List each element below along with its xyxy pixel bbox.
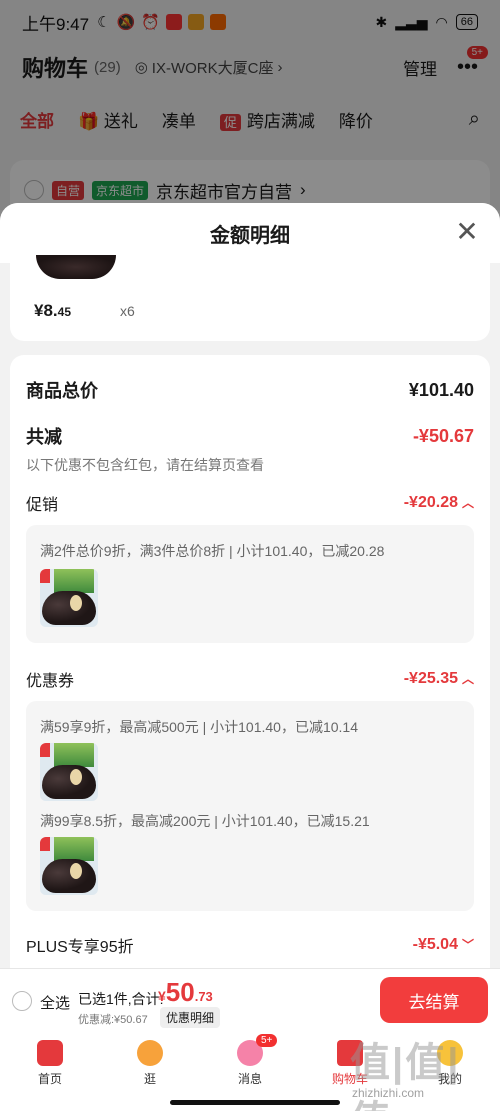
- coupon-label: 优惠券: [26, 673, 75, 690]
- plus-label: PLUS专享95折: [26, 939, 134, 956]
- product-quantity: x6: [120, 303, 135, 319]
- coupon-amount: -¥25.35: [403, 670, 458, 687]
- product-thumbnail: [40, 743, 98, 801]
- reduce-label: 共减: [26, 427, 62, 447]
- tab-messages-label: 消息: [237, 1072, 262, 1086]
- promo-amount: -¥20.28: [403, 494, 458, 511]
- coupon-detail-line-2: 满99享8.5折，最高减200元 | 小计101.40，已减15.21: [40, 813, 370, 829]
- reduce-note: 以下优惠不包含红包，请在结算页查看: [26, 457, 264, 473]
- total-value: ¥101.40: [408, 379, 474, 400]
- promo-row[interactable]: 促销 -¥20.28 ︿: [26, 491, 474, 515]
- sheet-header: 金额明细 ✕: [0, 203, 500, 263]
- tab-home[interactable]: 首页: [0, 1032, 100, 1111]
- total-row: 商品总价 ¥101.40: [26, 377, 474, 403]
- coupon-row[interactable]: 优惠券 -¥25.35 ︿: [26, 667, 474, 691]
- total-int: 50: [165, 977, 195, 1007]
- total-label: 商品总价: [26, 381, 98, 401]
- checkout-button[interactable]: 去结算: [380, 977, 488, 1023]
- plus-row[interactable]: PLUS专享95折 -¥5.04 ﹀: [26, 933, 474, 957]
- chevron-up-icon: ︿: [461, 496, 474, 510]
- price-dec: 45: [57, 305, 71, 319]
- promo-detail-box: 满2件总价9折，满3件总价8折 | 小计101.40，已减20.28: [26, 525, 474, 643]
- tab-home-label: 首页: [37, 1072, 62, 1086]
- select-all-radio[interactable]: [12, 991, 32, 1011]
- promo-detail-line: 满2件总价9折，满3件总价8折 | 小计101.40，已减20.28: [40, 543, 385, 559]
- message-badge: 5+: [256, 1034, 278, 1047]
- browse-icon: [137, 1040, 163, 1066]
- overlay-dim[interactable]: [0, 0, 500, 210]
- coupon-value: -¥25.35 ︿: [404, 670, 474, 688]
- plus-amount: -¥5.04: [412, 936, 458, 953]
- price-int: ¥8.: [34, 301, 58, 320]
- checkout-bar: 全选 已选1件,合计: ¥50.73 优惠减:¥50.67 优惠明细 去结算: [0, 968, 500, 1032]
- product-card: ¥8.45 x6: [10, 255, 490, 341]
- chevron-up-icon: ︿: [461, 672, 474, 686]
- total-dec: .73: [194, 989, 213, 1004]
- home-indicator[interactable]: [170, 1100, 340, 1105]
- sheet-title: 金额明细: [210, 224, 290, 247]
- discount-amount: 优惠减:¥50.67: [78, 1014, 148, 1026]
- reduce-value: -¥50.67: [412, 425, 474, 446]
- reduce-row: 共减 -¥50.67: [26, 423, 474, 449]
- promo-value: -¥20.28 ︿: [404, 494, 474, 512]
- coupon-detail-box: 满59享9折，最高减500元 | 小计101.40，已减10.14 满99享8.…: [26, 701, 474, 911]
- product-price: ¥8.45: [34, 301, 71, 321]
- total-currency: ¥: [158, 988, 166, 1004]
- select-all-label[interactable]: 全选: [40, 992, 70, 1013]
- total-amount: ¥50.73: [158, 977, 213, 1008]
- watermark-url: zhizhizhi.com: [352, 1086, 425, 1100]
- home-icon: [37, 1040, 63, 1066]
- coupon-detail-line-1: 满59享9折，最高减500元 | 小计101.40，已减10.14: [40, 719, 358, 735]
- product-thumbnail: [40, 569, 98, 627]
- discount-detail-button[interactable]: 优惠明细: [160, 1007, 221, 1028]
- price-breakdown-card: 商品总价 ¥101.40 共减 -¥50.67 以下优惠不包含红包，请在结算页查…: [10, 355, 490, 995]
- tab-browse-label: 逛: [143, 1072, 156, 1086]
- product-thumbnail: [40, 837, 98, 895]
- selected-count: 已选1件,合计:: [78, 991, 164, 1007]
- chevron-down-icon: ﹀: [461, 938, 474, 952]
- product-image: [36, 255, 116, 279]
- plus-value: -¥5.04 ﹀: [413, 936, 474, 954]
- close-icon[interactable]: ✕: [452, 217, 482, 247]
- promo-label: 促销: [26, 497, 59, 514]
